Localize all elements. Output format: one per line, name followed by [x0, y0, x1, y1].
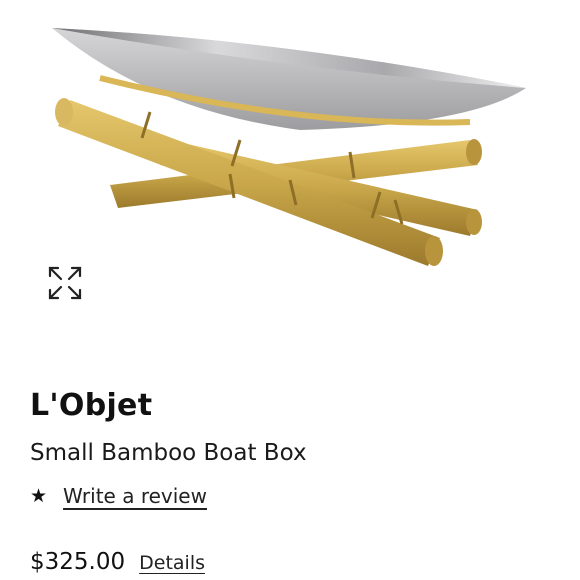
boat-bowl	[52, 28, 526, 130]
price: $325.00	[30, 549, 126, 575]
product-image-area[interactable]	[0, 0, 580, 330]
product-image	[52, 28, 526, 266]
product-name: Small Bamboo Boat Box	[30, 440, 307, 466]
rating-row: ★ Write a review	[30, 481, 207, 511]
brand-name[interactable]: L'Objet	[30, 388, 152, 423]
price-row: $325.00 Details	[30, 549, 205, 575]
expand-icon[interactable]	[44, 262, 86, 304]
write-review-link[interactable]: Write a review	[63, 484, 207, 508]
details-link[interactable]: Details	[139, 552, 205, 574]
star-icon: ★	[30, 485, 48, 507]
